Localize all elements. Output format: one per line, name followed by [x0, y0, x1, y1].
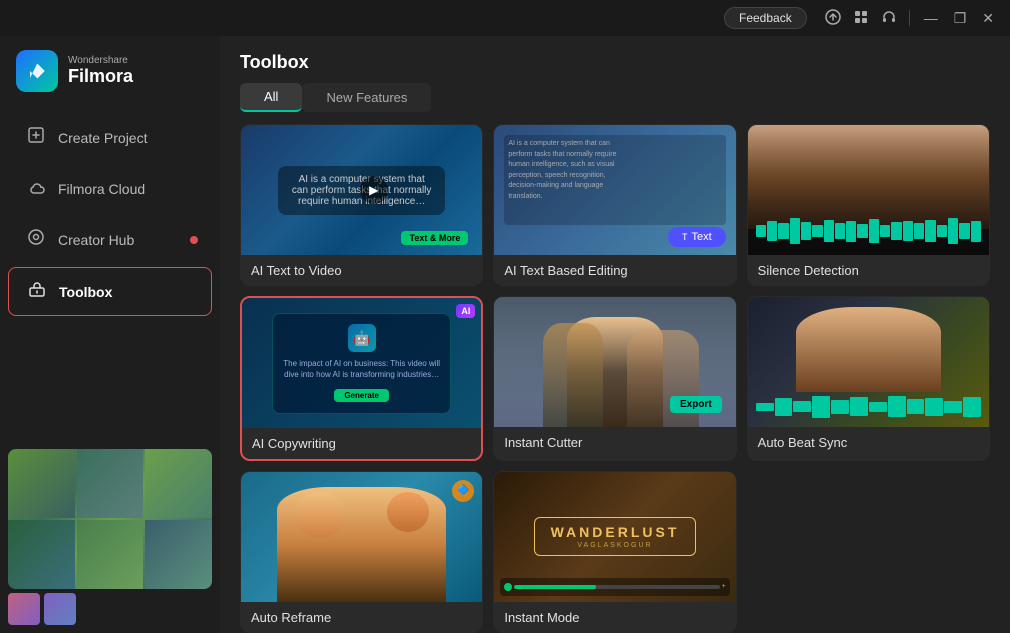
toolbox-label: Toolbox [59, 284, 112, 300]
app-body: Wondershare Filmora Create Project Filmo… [0, 36, 1010, 633]
mosaic-cell [77, 520, 144, 589]
thumb-inner: AI is a computer system that can perform… [494, 125, 735, 255]
tool-card-ai-copywriting[interactable]: AI 🤖 The impact of AI on business: This … [240, 296, 483, 460]
tool-label-silence-detection: Silence Detection [748, 255, 989, 286]
tool-card-silence-detection[interactable]: Silence Detection [747, 124, 990, 286]
tool-thumb-instant-mode: AI WANDERLUST VAGLASKOGUR [494, 472, 735, 602]
export-button-mini: Export [670, 396, 722, 413]
feedback-button[interactable]: Feedback [724, 7, 807, 29]
copy-text: The impact of AI on business: This video… [283, 358, 440, 380]
creator-hub-label: Creator Hub [58, 232, 134, 248]
mosaic-cell [145, 520, 212, 589]
filmora-cloud-label: Filmora Cloud [58, 181, 145, 197]
tool-card-ai-text-to-video[interactable]: AI is a computer system thatcan perform … [240, 124, 483, 286]
tool-label-auto-beat-sync: Auto Beat Sync [748, 427, 989, 458]
tool-card-auto-beat-sync[interactable]: AI [747, 296, 990, 460]
tool-thumb-ai-text-to-video: AI is a computer system thatcan perform … [241, 125, 482, 255]
upload-icon-button[interactable] [819, 5, 847, 32]
divider [909, 10, 910, 26]
logo-brand: Wondershare [68, 55, 133, 66]
tool-label-auto-reframe: Auto Reframe [241, 602, 482, 633]
mosaic-cell [8, 449, 75, 518]
creator-hub-icon [26, 228, 46, 251]
tool-label-ai-text-to-video: AI Text to Video [241, 255, 482, 286]
close-button[interactable]: ✕ [974, 6, 1002, 31]
tool-thumb-instant-cutter: Export [494, 297, 735, 427]
thumb-inner: AI is a computer system thatcan perform … [241, 125, 482, 255]
logo-text: Wondershare Filmora [68, 55, 133, 87]
creator-hub-notification-dot [190, 236, 198, 244]
waveform [756, 217, 981, 245]
mini-thumbnail-row [8, 593, 212, 625]
mosaic-cell [145, 449, 212, 518]
ai-icon: 🤖 [348, 324, 376, 352]
tab-all[interactable]: All [240, 83, 302, 112]
headset-icon-button[interactable] [875, 5, 903, 32]
toolbox-icon [27, 280, 47, 303]
tool-card-instant-cutter[interactable]: Export Instant Cutter [493, 296, 736, 460]
reframe-content: 🔷 [241, 472, 482, 602]
filmora-cloud-icon [26, 177, 46, 200]
mosaic-cell [77, 449, 144, 518]
tool-thumb-silence-detection [748, 125, 989, 255]
cutter-content: Export [494, 297, 735, 427]
create-project-icon [26, 126, 46, 149]
sidebar-thumbnail [8, 449, 212, 589]
mini-thumb-2 [44, 593, 76, 625]
tools-grid: AI is a computer system thatcan perform … [220, 124, 1010, 633]
beat-content: AI [748, 297, 989, 427]
mosaic-cell [8, 520, 75, 589]
sidebar-bottom [0, 449, 220, 633]
tool-label-instant-cutter: Instant Cutter [494, 427, 735, 458]
title-bar: Feedback — ❐ ✕ [0, 0, 1010, 36]
sidebar: Wondershare Filmora Create Project Filmo… [0, 36, 220, 633]
minimize-button[interactable]: — [916, 6, 946, 30]
main-content: Toolbox All New Features AI is a compute… [220, 36, 1010, 633]
wanderlust-title: WANDERLUST [551, 524, 680, 540]
sidebar-item-creator-hub[interactable]: Creator Hub [8, 216, 212, 263]
create-project-label: Create Project [58, 130, 147, 146]
wanderlust-subtitle: VAGLASKOGUR [551, 542, 680, 549]
tool-label-instant-mode: Instant Mode [494, 602, 735, 633]
logo-area: Wondershare Filmora [0, 36, 220, 112]
tool-label-ai-text-based-editing: AI Text Based Editing [494, 255, 735, 286]
tool-card-instant-mode[interactable]: AI WANDERLUST VAGLASKOGUR [493, 471, 736, 633]
tool-thumb-ai-copywriting: AI 🤖 The impact of AI on business: This … [242, 298, 481, 428]
tool-thumb-text-based-editing: AI is a computer system that can perform… [494, 125, 735, 255]
text-cta-badge: Text & More [401, 231, 468, 245]
grid-icon-button[interactable] [847, 5, 875, 32]
thumbnail-mosaic [8, 449, 212, 589]
tabs-bar: All New Features [220, 83, 1010, 112]
copywriting-content: AI 🤖 The impact of AI on business: This … [242, 298, 481, 428]
sidebar-item-create-project[interactable]: Create Project [8, 114, 212, 161]
logo-icon [16, 50, 58, 92]
text-pill: T Text [668, 227, 726, 247]
beat-waveform [756, 394, 981, 419]
tool-thumb-auto-beat-sync: AI [748, 297, 989, 427]
mini-thumb-1 [8, 593, 40, 625]
sidebar-item-toolbox[interactable]: Toolbox [8, 267, 212, 316]
tool-card-ai-text-based-editing[interactable]: AI is a computer system that can perform… [493, 124, 736, 286]
tab-new-features[interactable]: New Features [302, 83, 431, 112]
text-label-pill: T Text [668, 227, 726, 247]
tool-label-ai-copywriting: AI Copywriting [242, 428, 481, 459]
generate-btn: Generate [334, 389, 389, 402]
page-title: Toolbox [220, 36, 1010, 83]
tool-card-auto-reframe[interactable]: 🔷 Auto Reframe [240, 471, 483, 633]
tool-thumb-auto-reframe: 🔷 [241, 472, 482, 602]
ai-badge: AI [456, 304, 475, 318]
sidebar-item-filmora-cloud[interactable]: Filmora Cloud [8, 165, 212, 212]
restore-button[interactable]: ❐ [946, 6, 975, 31]
logo-product: Filmora [68, 66, 133, 87]
reframe-badge: 🔷 [452, 480, 474, 502]
instant-content: AI WANDERLUST VAGLASKOGUR [494, 472, 735, 602]
play-button: ▶ [360, 176, 388, 204]
